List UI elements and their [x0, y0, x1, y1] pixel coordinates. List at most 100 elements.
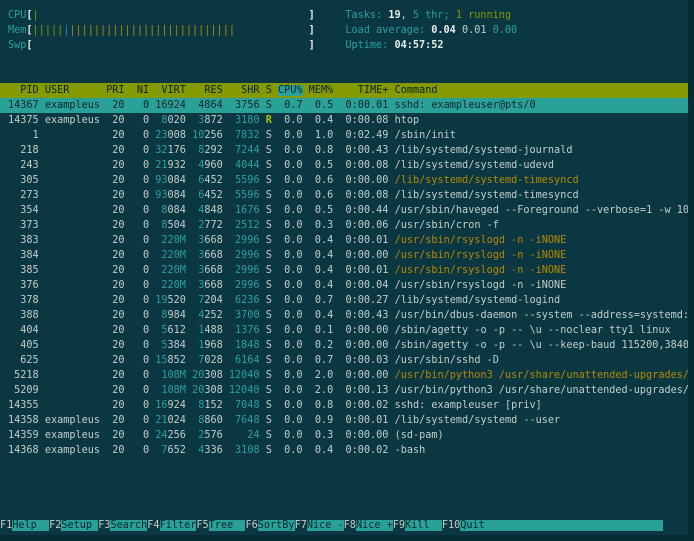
fkey-key-label[interactable]: F8 [344, 520, 356, 531]
column-header-pri[interactable]: PRI [106, 85, 124, 96]
cell-cpu: 0.0 [278, 115, 303, 126]
column-header-pid[interactable]: PID [8, 85, 39, 96]
fkey-f7-nice[interactable]: F7Nice - [295, 520, 344, 531]
process-row[interactable]: 14368 exampleus 20 0 7652 4336 3108 S 0.… [0, 443, 688, 458]
process-row[interactable]: 5218 20 0 108M 20308 12040 S 0.0 2.0 0:0… [0, 368, 688, 383]
fkey-key-label[interactable]: F2 [49, 520, 61, 531]
cell-shr: 24 [229, 430, 260, 441]
cell-virt: 652 [168, 445, 186, 456]
process-row[interactable]: 385 20 0 220M 3668 2996 S 0.0 0.4 0:00.0… [0, 263, 688, 278]
cell-res: 3 [192, 265, 204, 276]
column-header-virt[interactable]: VIRT [155, 85, 186, 96]
fkey-key-label[interactable]: F3 [98, 520, 110, 531]
cell-command: /usr/sbin/rsyslogd -n -iNONE [395, 250, 567, 261]
column-header-cpu[interactable]: CPU% [278, 85, 303, 96]
cell-ni: 0 [131, 145, 149, 156]
process-row[interactable]: 14375 exampleus 20 0 8020 3872 3180 R 0.… [0, 113, 688, 128]
fkey-action-label[interactable]: Tree [209, 520, 246, 531]
cell-user: exampleus [45, 430, 100, 441]
fkey-action-label[interactable]: Quit [460, 520, 497, 531]
process-row[interactable]: 378 20 0 19520 7204 6236 S 0.0 0.7 0:00.… [0, 293, 688, 308]
process-row[interactable]: 14355 20 0 16924 8152 7048 S 0.0 0.8 0:0… [0, 398, 688, 413]
cell-user [45, 190, 100, 201]
process-row[interactable]: 305 20 0 93084 6452 5596 S 0.0 0.6 0:00.… [0, 173, 688, 188]
cell-virt: 220M [155, 235, 186, 246]
cell-mem: 0.4 [309, 115, 334, 126]
cell-mem: 0.4 [309, 235, 334, 246]
column-header-mem[interactable]: MEM% [309, 85, 334, 96]
fkey-f9-kill[interactable]: F9Kill [393, 520, 442, 531]
column-header-shr[interactable]: SHR [229, 85, 260, 96]
fkey-key-label[interactable]: F7 [295, 520, 307, 531]
cell-virt: 23 [155, 130, 167, 141]
fkey-f6-sortby[interactable]: F6SortBy [245, 520, 294, 531]
fkey-action-label[interactable]: SortBy [258, 520, 295, 531]
fkey-action-label[interactable]: Kill [405, 520, 442, 531]
process-row[interactable]: 404 20 0 5612 1488 1376 S 0.0 0.1 0:00.0… [0, 323, 688, 338]
fkey-action-label[interactable]: Help [12, 520, 49, 531]
process-row-selected[interactable]: 14367 exampleus 20 0 16924 4864 3756 S 0… [0, 98, 688, 113]
process-row[interactable]: 383 20 0 220M 3668 2996 S 0.0 0.4 0:00.0… [0, 233, 688, 248]
cell-res: 308 [204, 370, 222, 381]
process-row[interactable]: 1 20 0 23008 10256 7832 S 0.0 1.0 0:02.4… [0, 128, 688, 143]
cell-pid: 384 [8, 250, 39, 261]
process-row[interactable]: 384 20 0 220M 3668 2996 S 0.0 0.4 0:00.0… [0, 248, 688, 263]
cell-res: 8 [192, 415, 204, 426]
fkey-action-label[interactable]: Nice + [356, 520, 393, 531]
cell-command: /usr/sbin/rsyslogd -n -iNONE [395, 280, 567, 291]
column-header-ni[interactable]: NI [131, 85, 149, 96]
fkey-f1-help[interactable]: F1Help [0, 520, 49, 531]
fkey-f8-nice[interactable]: F8Nice + [344, 520, 393, 531]
cell-mem: 0.4 [309, 445, 334, 456]
fkey-action-label[interactable]: Setup [61, 520, 98, 531]
fkey-action-label[interactable]: Filter [160, 520, 197, 531]
cell-res: 336 [204, 445, 222, 456]
fkey-key-label[interactable]: F5 [196, 520, 208, 531]
process-row[interactable]: 5209 20 0 108M 20308 12040 S 0.0 2.0 0:0… [0, 383, 688, 398]
process-row[interactable]: 354 20 0 8084 4848 1676 S 0.0 0.5 0:00.4… [0, 203, 688, 218]
fkey-key-label[interactable]: F4 [147, 520, 159, 531]
process-row[interactable]: 376 20 0 220M 3668 2996 S 0.0 0.4 0:00.0… [0, 278, 688, 293]
column-header-user[interactable]: USER [45, 85, 100, 96]
fkey-f5-tree[interactable]: F5Tree [196, 520, 245, 531]
cell-res: 1 [192, 325, 204, 336]
cell-ni: 0 [131, 385, 149, 396]
cell-command: htop [395, 115, 420, 126]
fkey-f10-quit[interactable]: F10Quit [442, 520, 497, 531]
process-row[interactable]: 14359 exampleus 20 0 24256 2576 24 S 0.0… [0, 428, 688, 443]
cell-mem: 0.9 [309, 415, 334, 426]
column-header-cmd[interactable]: Command [395, 85, 438, 96]
fkey-key-label[interactable]: F1 [0, 520, 12, 531]
cell-shr: 2996 [229, 280, 260, 291]
column-header-time[interactable]: TIME+ [339, 85, 388, 96]
cell-ni: 0 [131, 235, 149, 246]
process-row[interactable]: 625 20 0 15852 7028 6164 S 0.0 0.7 0:00.… [0, 353, 688, 368]
cell-res: 308 [204, 385, 222, 396]
process-row[interactable]: 405 20 0 5384 1968 1848 S 0.0 0.2 0:00.0… [0, 338, 688, 353]
cell-mem: 0.2 [309, 340, 334, 351]
process-row[interactable]: 14358 exampleus 20 0 21024 8860 7648 S 0… [0, 413, 688, 428]
process-row[interactable]: 273 20 0 93084 6452 5596 S 0.0 0.6 0:00.… [0, 188, 688, 203]
cell-virt: 520 [168, 295, 186, 306]
fkey-f4-filter[interactable]: F4Filter [147, 520, 196, 531]
fkey-key-label[interactable]: F6 [245, 520, 257, 531]
fkey-key-label[interactable]: F9 [393, 520, 405, 531]
fkey-action-label[interactable]: Nice - [307, 520, 344, 531]
process-row[interactable]: 388 20 0 8984 4252 3700 S 0.0 0.4 0:00.4… [0, 308, 688, 323]
cell-res: 4 [192, 160, 204, 171]
fkey-action-label[interactable]: Search [110, 520, 147, 531]
process-row[interactable]: 218 20 0 32176 8292 7244 S 0.0 0.8 0:00.… [0, 143, 688, 158]
process-row[interactable]: 373 20 0 8504 2772 2512 S 0.0 0.3 0:00.0… [0, 218, 688, 233]
process-row[interactable]: 243 20 0 21932 4960 4044 S 0.0 0.5 0:00.… [0, 158, 688, 173]
fkey-f2-setup[interactable]: F2Setup [49, 520, 98, 531]
cell-virt: 8 [155, 115, 167, 126]
cell-pid: 1 [8, 130, 39, 141]
cell-user [45, 355, 100, 366]
cell-virt: 93 [155, 190, 167, 201]
column-header-res[interactable]: RES [192, 85, 223, 96]
cell-cpu: 0.0 [278, 445, 303, 456]
fkey-bar-filler [497, 520, 663, 531]
fkey-key-label[interactable]: F10 [442, 520, 460, 531]
meter-bar-green: ||||| [33, 25, 64, 36]
fkey-f3-search[interactable]: F3Search [98, 520, 147, 531]
